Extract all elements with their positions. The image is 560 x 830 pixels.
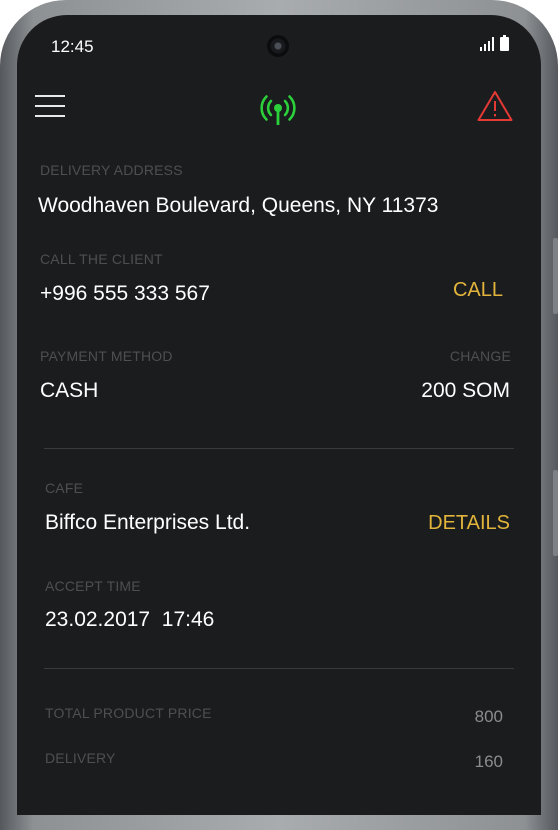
- delivery-fee-label: DELIVERY: [45, 750, 116, 766]
- divider: [44, 668, 514, 669]
- delivery-address-value: Woodhaven Boulevard, Queens, NY 11373: [38, 194, 439, 217]
- accept-time-label: ACCEPT TIME: [45, 578, 141, 594]
- app-screen: 12:45 DELIVERY ADDRESS Woodhaven Bouleva…: [17, 15, 541, 815]
- phone-frame: 12:45 DELIVERY ADDRESS Woodhaven Bouleva…: [0, 0, 558, 830]
- status-icons: [480, 35, 509, 51]
- total-product-price-value: 800: [474, 707, 503, 726]
- cafe-label: CAFE: [45, 480, 84, 496]
- payment-method-label: PAYMENT METHOD: [40, 348, 173, 364]
- signal-icon: [480, 37, 494, 51]
- delivery-fee-value: 160: [474, 752, 503, 771]
- accept-time-value: 23.02.2017 17:46: [45, 608, 215, 631]
- cafe-name: Biffco Enterprises Ltd.: [45, 511, 251, 534]
- camera-icon: [267, 35, 289, 57]
- divider: [44, 448, 514, 449]
- client-phone: +996 555 333 567: [40, 282, 210, 305]
- volume-button: [553, 238, 558, 314]
- menu-icon[interactable]: [35, 95, 65, 119]
- call-button[interactable]: CALL: [453, 279, 503, 302]
- status-time: 12:45: [51, 37, 94, 56]
- change-label: CHANGE: [449, 348, 511, 364]
- payment-method-value: CASH: [40, 379, 99, 402]
- details-button[interactable]: DETAILS: [428, 512, 510, 535]
- battery-icon: [500, 35, 509, 51]
- alert-icon[interactable]: [476, 89, 514, 128]
- power-button: [553, 470, 558, 556]
- change-value: 200 SOM: [421, 379, 510, 402]
- delivery-address-label: DELIVERY ADDRESS: [40, 162, 183, 178]
- total-product-price-label: TOTAL PRODUCT PRICE: [45, 705, 212, 721]
- call-client-label: CALL THE CLIENT: [40, 251, 163, 267]
- antenna-icon: [260, 90, 296, 131]
